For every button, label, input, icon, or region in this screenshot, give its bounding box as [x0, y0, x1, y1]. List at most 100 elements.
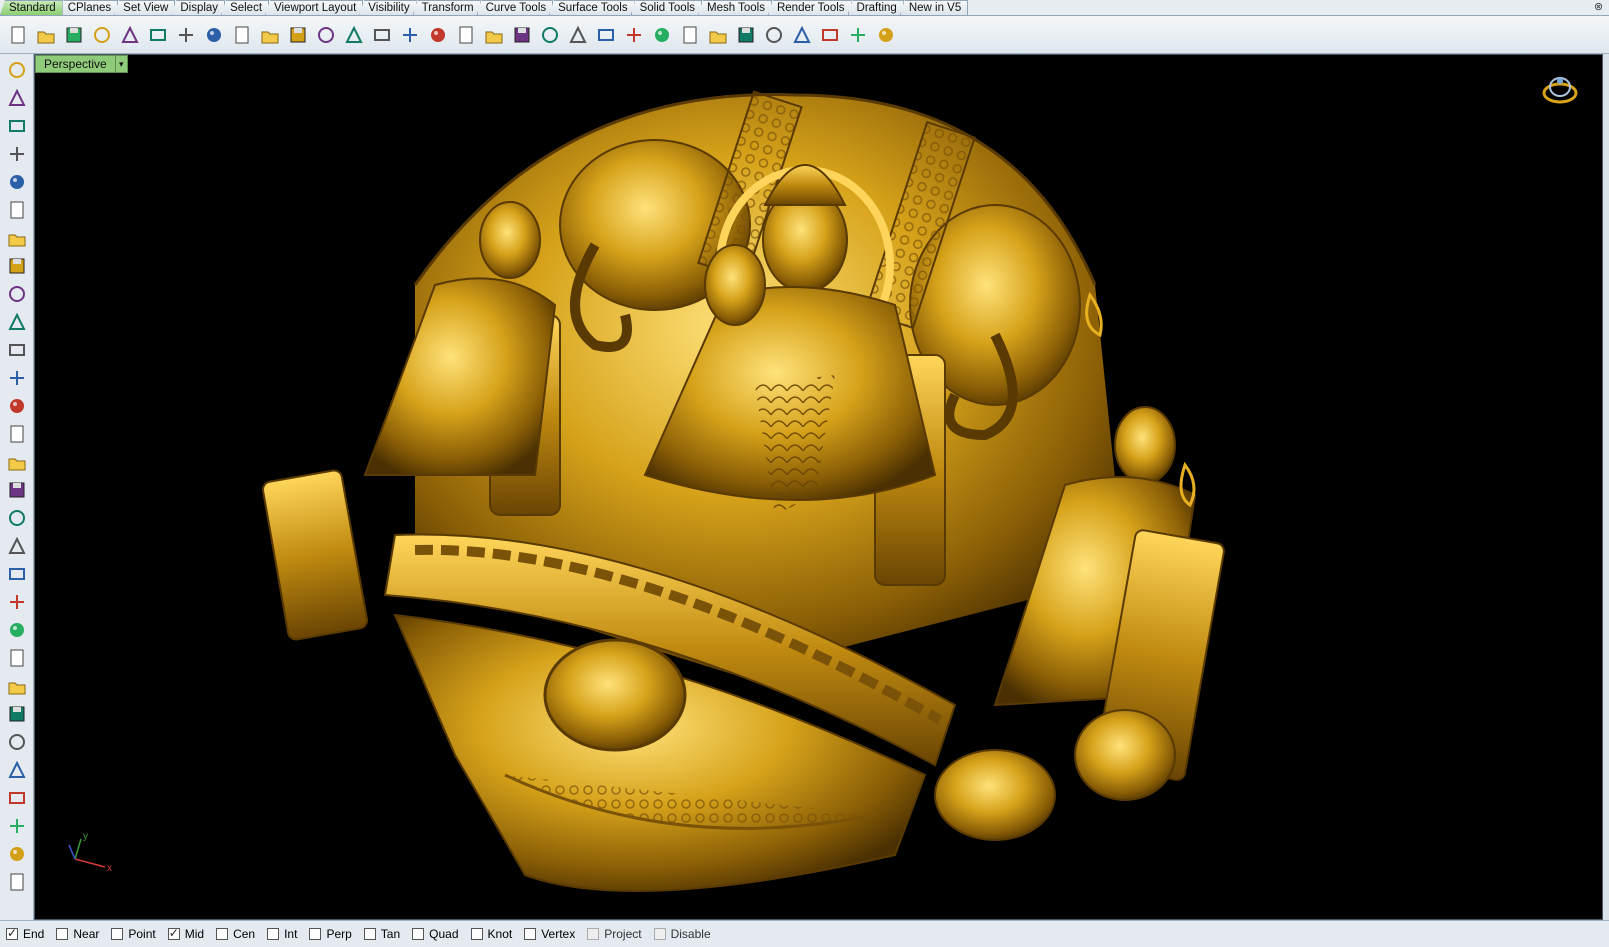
paste-icon[interactable] — [200, 21, 228, 49]
blue-sphere-icon[interactable] — [760, 21, 788, 49]
tab-visibility[interactable]: Visibility — [359, 0, 417, 15]
zoom-window-icon[interactable] — [340, 21, 368, 49]
copy-icon[interactable] — [172, 21, 200, 49]
transform-icon[interactable] — [4, 812, 30, 840]
osnap-int-checkbox[interactable] — [267, 928, 280, 940]
osnap-mid[interactable]: Mid — [167, 926, 204, 941]
blend-icon[interactable] — [4, 672, 30, 700]
osnap-cen-checkbox[interactable] — [216, 928, 229, 940]
viewport-menu-chevron-icon[interactable]: ▾ — [114, 56, 127, 72]
zoom-icon[interactable] — [312, 21, 340, 49]
osnap-vertex-checkbox[interactable] — [524, 928, 537, 940]
osnap-vertex[interactable]: Vertex — [524, 927, 575, 941]
rotate-icon[interactable] — [424, 21, 452, 49]
osnap-quad[interactable]: Quad — [412, 927, 459, 941]
osnap-tan[interactable]: Tan — [363, 927, 400, 941]
save-icon[interactable] — [60, 21, 88, 49]
explode-icon[interactable] — [4, 588, 30, 616]
curve-icon[interactable] — [4, 140, 30, 168]
viewport-name[interactable]: Perspective — [36, 56, 115, 72]
layers-icon[interactable] — [648, 21, 676, 49]
print-icon[interactable] — [88, 21, 116, 49]
tab-standard[interactable]: Standard — [0, 0, 63, 15]
osnap-knot[interactable]: Knot — [470, 927, 512, 941]
sphere-icon[interactable] — [4, 420, 30, 448]
osnap-point-checkbox[interactable] — [111, 928, 124, 940]
rotate-view-icon[interactable] — [284, 21, 312, 49]
import-icon[interactable] — [116, 21, 144, 49]
fillet-curve-icon[interactable] — [4, 308, 30, 336]
new-file-icon[interactable] — [4, 21, 32, 49]
osnap-tan-checkbox[interactable] — [363, 928, 376, 940]
dimension-icon[interactable] — [4, 756, 30, 784]
tab-cplanes[interactable]: CPlanes — [58, 0, 119, 15]
osnap-int[interactable]: Int — [267, 927, 297, 941]
viewport-title-tab[interactable]: Perspective ▾ — [35, 55, 128, 73]
open-folder-icon[interactable] — [32, 21, 60, 49]
group-icon[interactable] — [4, 616, 30, 644]
osnap-quad-checkbox[interactable] — [412, 928, 425, 940]
osnap-near[interactable]: Near — [56, 927, 99, 941]
osnap-end[interactable]: End — [6, 926, 44, 941]
osnap-end-checkbox[interactable] — [6, 926, 18, 940]
tab-mesh-tools[interactable]: Mesh Tools — [698, 0, 772, 15]
ray-icon[interactable] — [536, 21, 564, 49]
join-icon[interactable] — [4, 700, 30, 728]
osnap-cen[interactable]: Cen — [216, 927, 255, 941]
tab-curve-tools[interactable]: Curve Tools — [476, 0, 554, 15]
plane-surface-icon[interactable] — [4, 476, 30, 504]
undo-icon[interactable] — [228, 21, 256, 49]
text-icon[interactable] — [4, 728, 30, 756]
rendered-sphere-icon[interactable] — [732, 21, 760, 49]
surface-icon[interactable] — [4, 336, 30, 364]
gear-icon[interactable] — [4, 504, 30, 532]
zoom-selected-icon[interactable] — [396, 21, 424, 49]
lock-icon[interactable] — [620, 21, 648, 49]
tab-viewport-layout[interactable]: Viewport Layout — [265, 0, 364, 15]
dimension-icon[interactable] — [844, 21, 872, 49]
tab-new-in-v5[interactable]: New in V5 — [899, 0, 969, 15]
osnap-perp-checkbox[interactable] — [309, 928, 322, 940]
cut-icon[interactable] — [144, 21, 172, 49]
boolean-icon[interactable] — [4, 560, 30, 588]
tab-solid-tools[interactable]: Solid Tools — [630, 0, 702, 15]
options-gear-icon[interactable] — [816, 21, 844, 49]
four-viewports-icon[interactable] — [452, 21, 480, 49]
cylinder-icon[interactable] — [4, 448, 30, 476]
solid-box-icon[interactable] — [4, 840, 30, 868]
tab-surface-tools[interactable]: Surface Tools — [549, 0, 635, 15]
osnap-mid-checkbox[interactable] — [167, 926, 180, 940]
extrude-icon[interactable] — [4, 532, 30, 560]
color-wheel-icon[interactable] — [676, 21, 704, 49]
array-icon[interactable] — [4, 644, 30, 672]
tab-drafting[interactable]: Drafting — [847, 0, 904, 15]
orbit-gumball-icon[interactable] — [1540, 73, 1580, 109]
tab-render-tools[interactable]: Render Tools — [767, 0, 852, 15]
box-icon[interactable] — [4, 392, 30, 420]
zoom-extents-icon[interactable] — [368, 21, 396, 49]
pan-hand-icon[interactable] — [256, 21, 284, 49]
select-arrow-icon[interactable] — [4, 56, 30, 84]
perspective-viewport[interactable]: Perspective ▾ x y — [34, 54, 1603, 920]
osnap-point[interactable]: Point — [111, 927, 156, 941]
ellipse-icon[interactable] — [4, 196, 30, 224]
light-bulb-icon[interactable] — [592, 21, 620, 49]
point-icon[interactable] — [4, 84, 30, 112]
array-grid-icon[interactable] — [4, 784, 30, 812]
osnap-perp[interactable]: Perp — [309, 927, 352, 941]
osnap-knot-checkbox[interactable] — [470, 928, 483, 940]
rectangle-icon[interactable] — [4, 252, 30, 280]
sheep-icon[interactable] — [508, 21, 536, 49]
tab-transform[interactable]: Transform — [412, 0, 481, 15]
circle-icon[interactable] — [4, 168, 30, 196]
osnap-near-checkbox[interactable] — [56, 928, 69, 940]
cplane-icon[interactable] — [564, 21, 592, 49]
tab-set-view[interactable]: Set View — [114, 0, 176, 15]
tab-select[interactable]: Select — [221, 0, 270, 15]
hexagon-icon[interactable] — [4, 280, 30, 308]
revolve-icon[interactable] — [4, 364, 30, 392]
car-icon[interactable] — [480, 21, 508, 49]
more-icon[interactable] — [4, 868, 30, 896]
polygon-icon[interactable] — [4, 224, 30, 252]
tab-display[interactable]: Display — [171, 0, 226, 15]
